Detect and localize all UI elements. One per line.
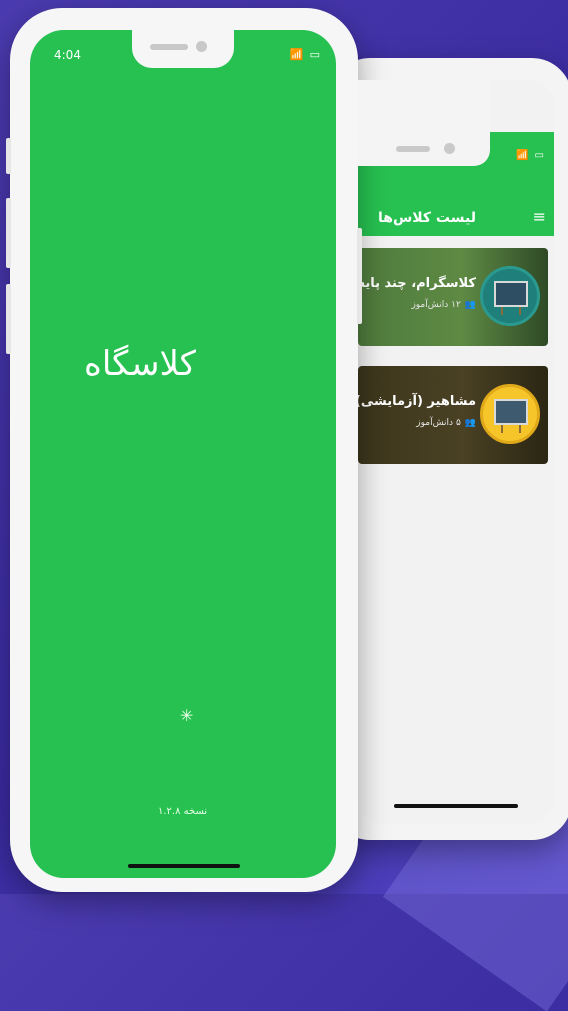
- mute-switch: [6, 138, 11, 174]
- phone-class-list: 📶 ▭ لیست کلاس‌ها ≡ کلاسگرام، چند پایه 👥 …: [330, 58, 568, 840]
- class-thumbnail: [480, 384, 540, 444]
- home-indicator[interactable]: [128, 864, 240, 868]
- power-button: [357, 228, 362, 324]
- loading-spinner-icon: ✳: [180, 706, 194, 725]
- class-name: مشاهیر (آزمایشی): [358, 394, 476, 409]
- phone-splash: 4:04 📶 ▭ کلاسگاه ✳ نسخه ۱.۲.۸: [6, 8, 362, 892]
- camera: [196, 41, 207, 52]
- phone-notch: [132, 30, 234, 68]
- class-list-screen: 📶 ▭ لیست کلاس‌ها ≡ کلاسگرام، چند پایه 👥 …: [358, 80, 554, 824]
- class-meta: 👥 ۱۲ دانش‌آموز: [411, 300, 476, 310]
- status-icons: 📶 ▭: [290, 48, 320, 61]
- easel-legs: [501, 425, 521, 433]
- speaker: [150, 44, 188, 50]
- volume-up-button: [6, 198, 11, 268]
- menu-icon[interactable]: ≡: [533, 207, 546, 226]
- class-name: کلاسگرام، چند پایه: [358, 276, 476, 291]
- students-icon: 👥: [464, 418, 476, 428]
- student-count: ۱۲ دانش‌آموز: [411, 300, 461, 310]
- class-meta: 👥 ۵ دانش‌آموز: [416, 418, 476, 428]
- class-thumbnail: [480, 266, 540, 326]
- battery-icon: ▭: [534, 150, 544, 161]
- page-title: لیست کلاس‌ها: [378, 210, 476, 226]
- status-time: 4:04: [54, 48, 81, 62]
- blackboard-icon: [494, 399, 528, 425]
- student-count: ۵ دانش‌آموز: [416, 418, 461, 428]
- phone-notch: [358, 80, 490, 166]
- camera: [444, 143, 455, 154]
- class-card[interactable]: کلاسگرام، چند پایه 👥 ۱۲ دانش‌آموز: [358, 248, 548, 346]
- speaker: [396, 146, 430, 152]
- app-version: نسخه ۱.۲.۸: [158, 806, 208, 817]
- students-icon: 👥: [464, 300, 476, 310]
- home-indicator[interactable]: [394, 804, 518, 808]
- wifi-icon: 📶: [289, 48, 304, 61]
- battery-icon: ▭: [309, 48, 320, 61]
- volume-down-button: [6, 284, 11, 354]
- status-bar: 📶 ▭: [516, 150, 544, 161]
- splash-screen: 4:04 📶 ▭ کلاسگاه ✳ نسخه ۱.۲.۸: [30, 30, 336, 878]
- class-card[interactable]: مشاهیر (آزمایشی) 👥 ۵ دانش‌آموز: [358, 366, 548, 464]
- app-logo: کلاسگاه: [84, 344, 196, 384]
- easel-legs: [501, 307, 521, 315]
- wifi-icon: 📶: [516, 150, 529, 161]
- blackboard-icon: [494, 281, 528, 307]
